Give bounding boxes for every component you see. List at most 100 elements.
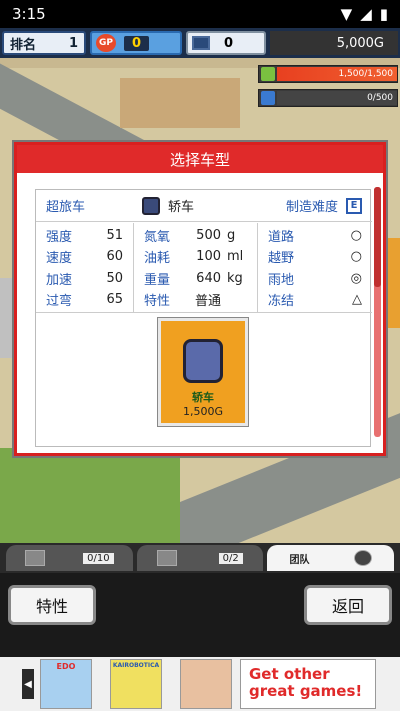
battery-icon: ▮ [379,5,388,23]
car-card-price: 1,500G [182,405,223,418]
stamina-bar: 1,500/1,500 [277,67,397,81]
rank-label: 排名 [10,37,37,53]
stamina-icon [261,67,275,81]
rank-value: 1 [68,35,78,51]
terrain-rating: ○ [350,249,362,265]
car-card-name: 轿车 [192,391,214,404]
stat-label: 油耗 [144,251,171,267]
money-display: 5,000G [270,31,398,55]
car-stats: 强度 51 速度 60 加速 50 过弯 65 氮氧 500 g 油耗 100 ml 重量 640… [36,223,372,313]
stamina-meter: 1,500/1,500 [258,65,398,83]
computer-icon [192,36,210,50]
stat-value: 60 [106,249,123,265]
research-meter: 0/500 [258,89,398,107]
stat-label: 道路 [268,230,295,246]
stat-row: 重量 640 kg [144,268,247,289]
computer-box: 0 [186,31,266,55]
tab-cars[interactable]: 0/2 [136,545,264,571]
stat-label: 加速 [46,272,73,288]
gp-box: GP 0 [90,31,182,55]
stats-performance: 强度 51 速度 60 加速 50 过弯 65 [36,223,134,312]
dialog-scrollbar[interactable] [374,187,381,437]
stat-row: 特性 普通 [144,289,247,310]
tab-meter: 0/2 [218,552,243,564]
stat-row: 冻结 △ [268,289,362,310]
gp-value: 0 [124,35,150,51]
rank-box: 排名 1 [2,31,86,55]
difficulty-rank-icon: E [346,197,362,214]
research-icon [261,91,275,105]
driver-icon [353,550,372,566]
stats-terrain: 道路 ○ 越野 ○ 雨地 ◎ 冻结 △ [258,223,372,312]
car-sprite-icon [183,339,223,383]
car-name: 轿车 [168,200,195,215]
stat-value: 100 [196,249,221,265]
research-bar: 0/500 [277,91,397,105]
stat-label: 重量 [144,272,171,288]
stat-value: 500 [196,228,221,244]
stat-label: 速度 [46,251,73,267]
stat-label: 特性 [144,293,171,309]
stat-label: 雨地 [268,272,295,288]
stat-value: 65 [106,291,123,307]
terrain-rating: ○ [350,228,362,244]
stat-unit: kg [227,270,243,286]
stat-row: 加速 50 [46,268,123,289]
stat-row: 过弯 65 [46,289,123,310]
tab-meter: 0/10 [83,552,114,564]
car-part-icon [157,550,178,566]
stats-specs: 氮氧 500 g 油耗 100 ml 重量 640 kg 特性 普通 [134,223,258,312]
stat-label: 越野 [268,251,295,267]
tab-bar: 0/10 0/2 团队 [0,543,400,573]
difficulty-label: 制造难度 [285,200,338,215]
hud-topbar: 排名 1 GP 0 0 5,000G [0,28,400,58]
dialog-scroll-thumb[interactable] [374,187,381,287]
car-info-panel: 超旅车 轿车 制造难度 E 强度 51 速度 60 加速 50 过弯 65 氮氧 500 g… [35,189,372,447]
stat-row: 强度 51 [46,225,123,246]
banner-left-arrow-icon[interactable]: ◀ [22,669,34,699]
back-button[interactable]: 返回 [304,585,392,625]
status-time: 3:15 [12,5,46,23]
stat-value: 50 [106,270,123,286]
terrain-rating: △ [352,291,362,307]
stat-row: 道路 ○ [268,225,362,246]
tab-parts[interactable]: 0/10 [6,545,133,571]
banner-game-tile[interactable]: EDO [40,659,92,709]
status-icons: ▼ ◢ ▮ [341,5,388,23]
car-type: 超旅车 [46,200,86,215]
bottom-panel: 特性 返回 [0,573,400,657]
car-info-header: 超旅车 轿车 制造难度 E [36,190,372,222]
stat-value: 640 [196,270,221,286]
dialog-title: 选择车型 [17,145,383,173]
banner-game-tile[interactable]: KAIROBOTICA [110,659,162,709]
ad-banner[interactable]: ◀ EDO KAIROBOTICA Get other great games! [0,657,400,711]
gp-icon: GP [96,34,116,52]
wifi-icon: ▼ [340,5,353,23]
stat-value: 51 [106,228,123,244]
banner-ad-text[interactable]: Get other great games! [240,659,376,709]
stat-row: 越野 ○ [268,246,362,267]
select-car-dialog: 选择车型 超旅车 轿车 制造难度 E 强度 51 速度 60 加速 50 过弯 65 氮… [14,142,386,456]
car-icon [142,196,160,215]
tab-team-label: 团队 [289,554,310,566]
crate-icon [25,550,46,566]
stat-value: 普通 [194,293,221,309]
stat-label: 冻结 [268,293,295,309]
car-option-card[interactable]: 轿车 1,500G [157,317,249,427]
computer-value: 0 [224,35,234,51]
stat-label: 过弯 [46,293,73,309]
terrain-rating: ◎ [350,270,362,286]
stat-row: 速度 60 [46,246,123,267]
stat-unit: ml [227,249,244,265]
banner-game-tile[interactable] [180,659,232,709]
tab-team[interactable]: 团队 [267,545,395,571]
stat-row: 油耗 100 ml [144,246,247,267]
stat-row: 雨地 ◎ [268,268,362,289]
stat-row: 氮氧 500 g [144,225,247,246]
stat-label: 强度 [46,230,73,246]
difficulty: 制造难度 E [286,196,362,215]
signal-icon: ◢ [360,5,372,23]
trait-button[interactable]: 特性 [8,585,96,625]
status-bar: 3:15 ▼ ◢ ▮ [0,0,400,28]
stat-label: 氮氧 [144,230,171,246]
